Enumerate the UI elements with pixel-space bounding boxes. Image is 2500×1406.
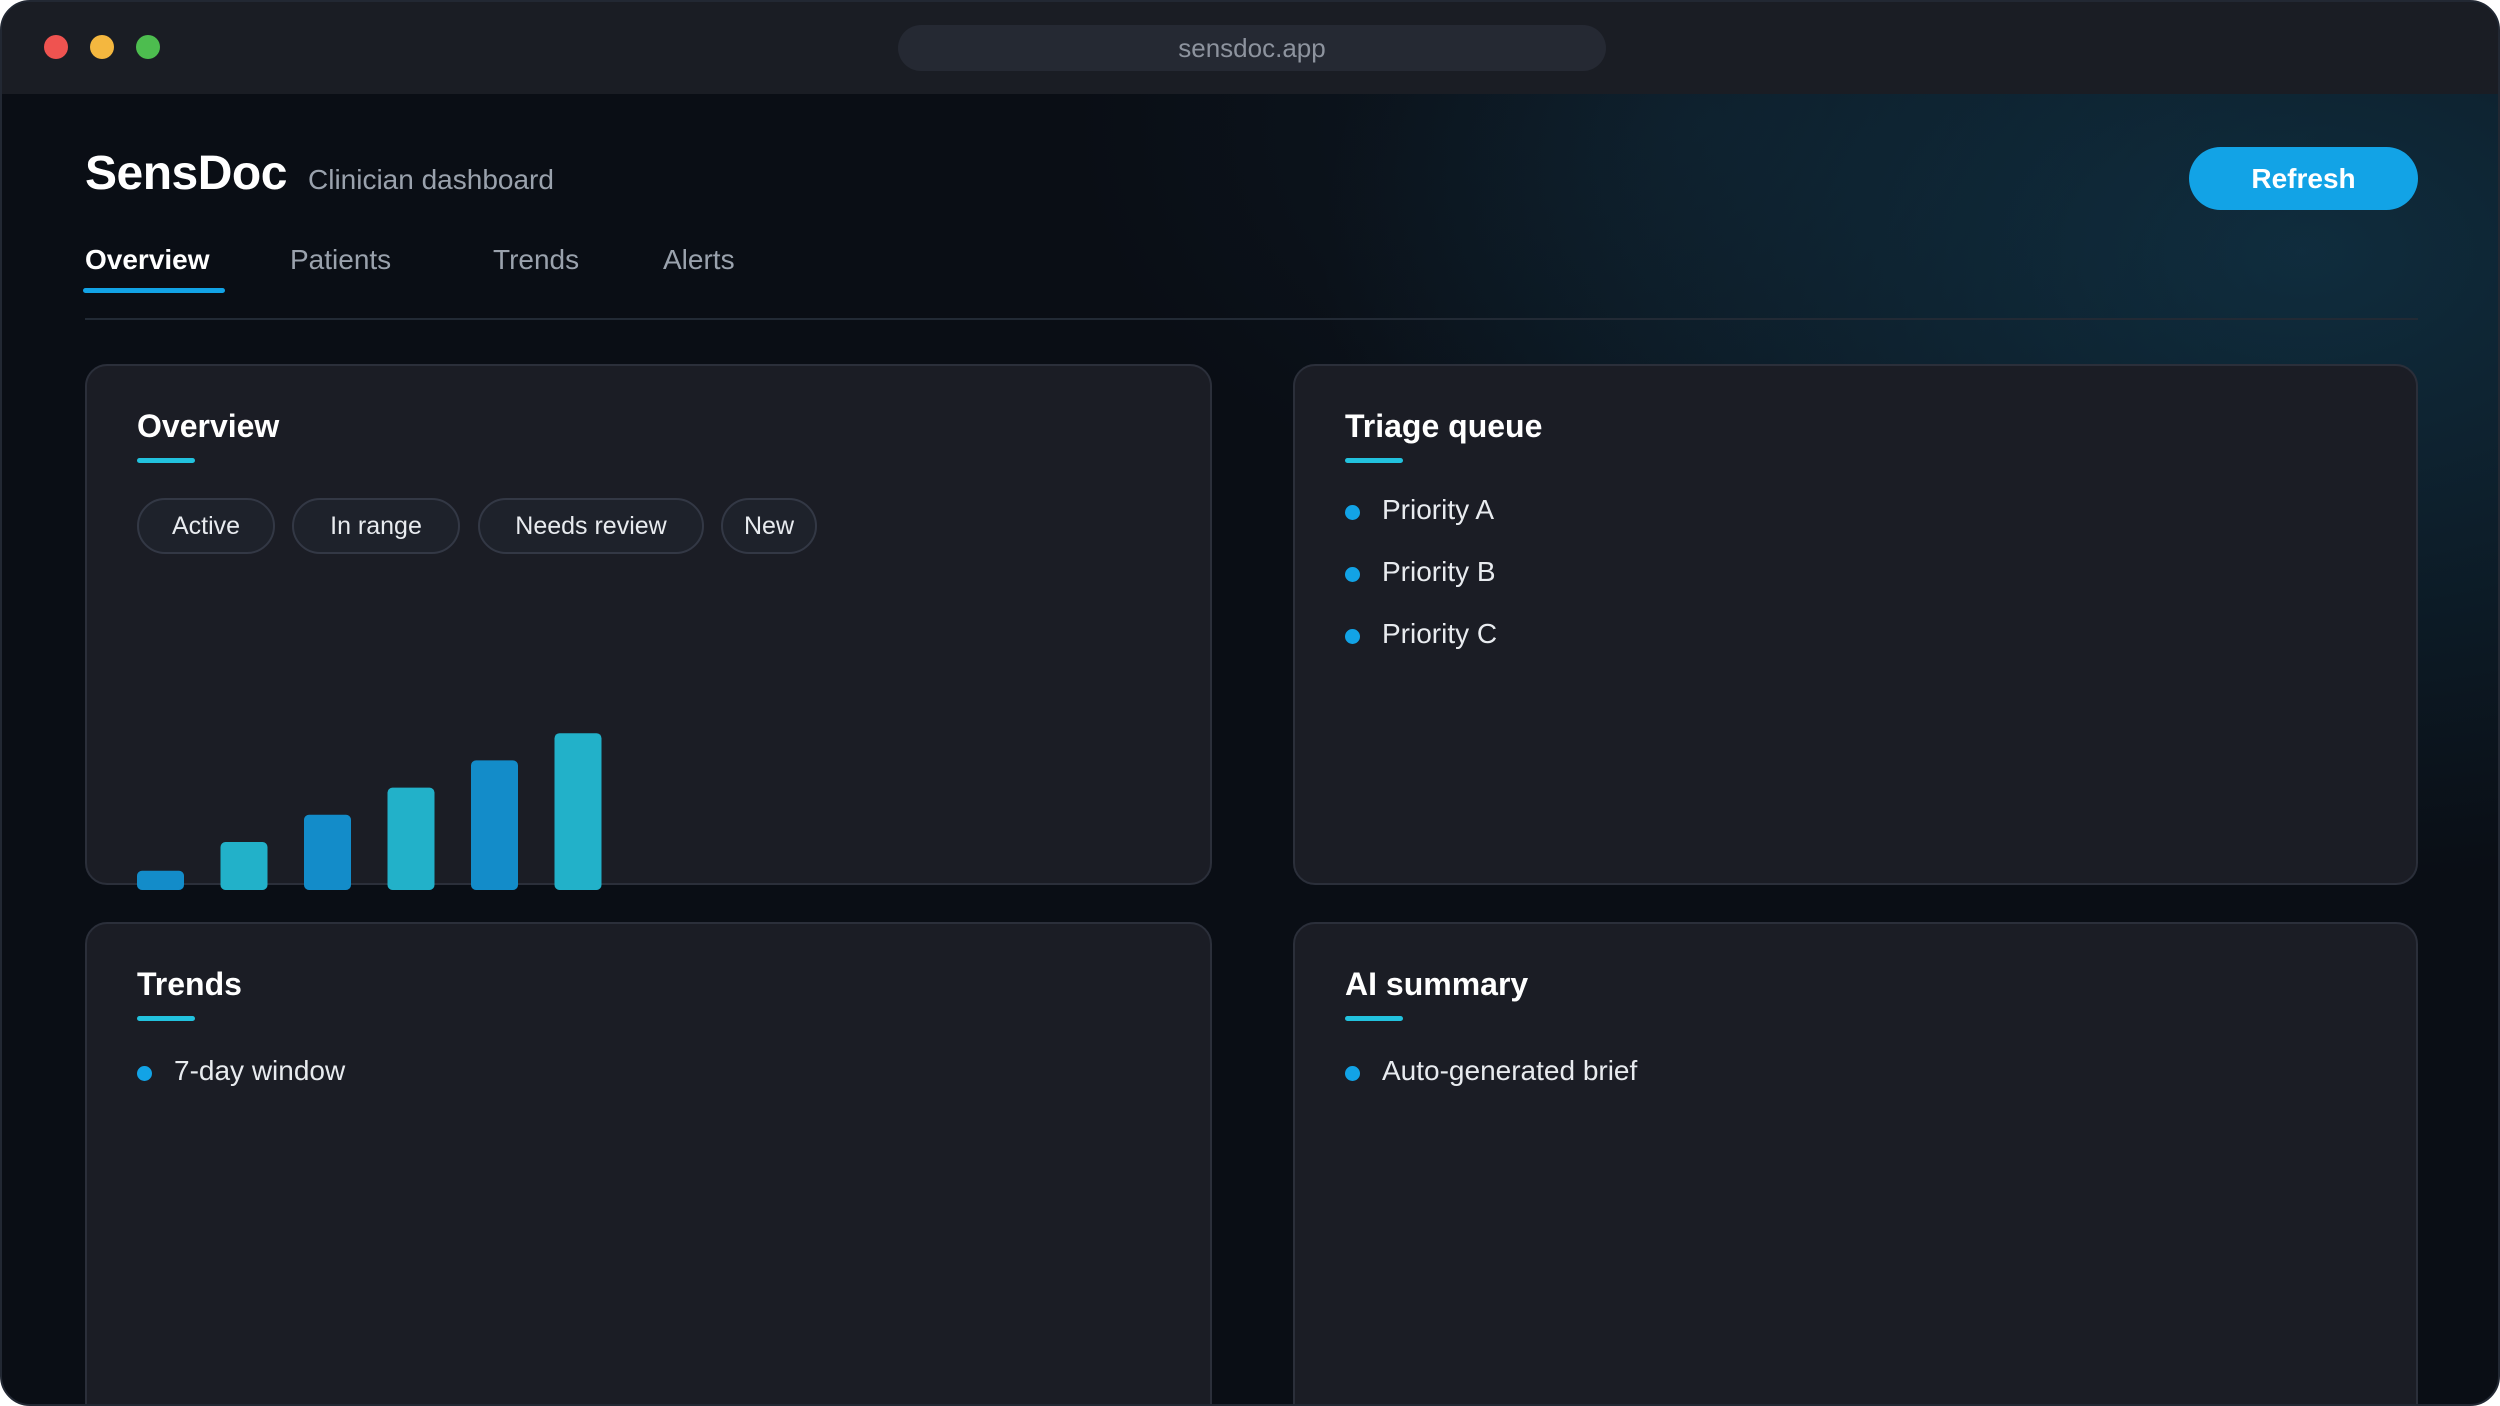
chart-bar <box>554 733 602 890</box>
tab-patients[interactable]: Patients <box>290 244 391 276</box>
tab-label: Patients <box>290 244 392 275</box>
tab-overview[interactable]: Overview <box>83 244 225 293</box>
browser-window: sensdoc.app SensDoc Clinician dashboard … <box>0 0 2500 1406</box>
chart-bar <box>220 842 268 890</box>
ai-summary-card: AI summary Auto-generated brief <box>1293 922 2418 1404</box>
bullet-dot-icon <box>1345 629 1360 644</box>
ai-summary-item-label: Auto-generated brief <box>1382 1055 1638 1086</box>
bullet-dot-icon <box>137 1066 152 1081</box>
card-title: Triage queue <box>1345 408 1543 444</box>
minimize-window-button[interactable] <box>90 35 114 59</box>
header-divider <box>85 318 2418 320</box>
bullet-dot-icon <box>1345 505 1360 520</box>
triage-queue-card: Triage queue Priority A Priority B Prior… <box>1293 364 2418 885</box>
overview-card: Overview Active In range Needs review Ne… <box>85 364 1212 890</box>
card-title-accent <box>1345 1016 1403 1021</box>
chip-in-range[interactable]: In range <box>292 498 460 554</box>
card-title-accent <box>137 458 195 463</box>
chip-active[interactable]: Active <box>137 498 275 554</box>
bullet-dot-icon <box>1345 1066 1360 1081</box>
active-tab-indicator <box>83 288 225 293</box>
chart-bar <box>471 760 518 890</box>
refresh-button[interactable]: Refresh <box>2189 147 2418 210</box>
chart-bar <box>304 814 351 890</box>
tab-label: Trends <box>493 244 580 275</box>
card-title: AI summary <box>1345 966 1529 1002</box>
triage-item-label: Priority C <box>1382 618 1498 649</box>
tab-alerts[interactable]: Alerts <box>663 244 735 276</box>
maximize-window-button[interactable] <box>136 35 160 59</box>
chip-new[interactable]: New <box>721 498 817 554</box>
tab-label: Overview <box>85 244 210 275</box>
tab-label: Alerts <box>663 244 735 275</box>
overview-bar-chart <box>137 733 602 890</box>
card-title: Overview <box>137 408 280 444</box>
bullet-dot-icon <box>1345 567 1360 582</box>
trends-item-label: 7-day window <box>174 1055 346 1086</box>
chip-needs-review[interactable]: Needs review <box>478 498 704 554</box>
chart-bar <box>387 787 435 890</box>
app-content: SensDoc Clinician dashboard Refresh Over… <box>2 94 2498 1404</box>
triage-item-label: Priority B <box>1382 556 1496 587</box>
chart-bar <box>137 870 184 890</box>
card-title: Trends <box>137 966 242 1002</box>
card-title-accent <box>1345 458 1403 463</box>
trends-card: Trends 7-day window <box>85 922 1212 1404</box>
app-brand: SensDoc <box>85 147 287 200</box>
tab-trends[interactable]: Trends <box>493 244 579 276</box>
card-title-accent <box>137 1016 195 1021</box>
triage-item-label: Priority A <box>1382 494 1495 525</box>
title-bar: sensdoc.app <box>2 2 2498 94</box>
close-window-button[interactable] <box>44 35 68 59</box>
app-subtitle: Clinician dashboard <box>308 164 554 195</box>
address-bar[interactable]: sensdoc.app <box>898 25 1606 71</box>
